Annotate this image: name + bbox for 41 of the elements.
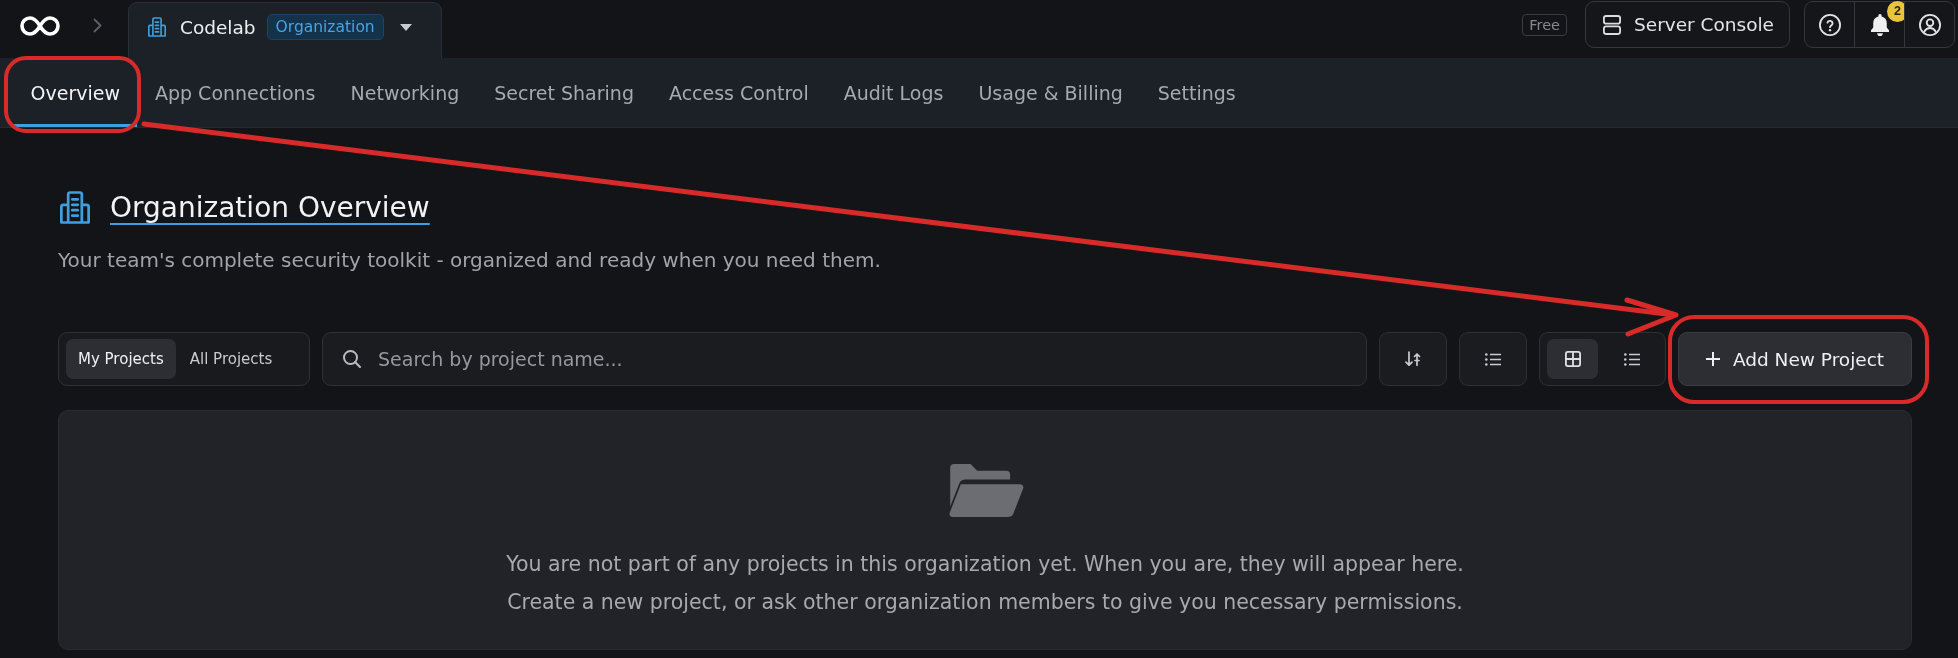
server-icon	[1603, 14, 1621, 35]
nav-tab[interactable]: Settings	[1140, 58, 1254, 127]
help-icon	[1818, 13, 1841, 36]
caret-down-icon	[399, 23, 412, 31]
building-icon	[60, 191, 90, 224]
sort-button[interactable]	[1379, 332, 1447, 386]
chevron-right-icon	[93, 18, 102, 33]
list-icon	[1623, 352, 1640, 366]
empty-state-message: You are not part of any projects in this organization yet. When you are, they will appear here. Create a new project, or ask other organization members to give you necessary permissions.	[506, 551, 1464, 616]
nav-tab[interactable]: App Connections	[137, 58, 334, 127]
organization-switcher[interactable]: Codelab Organization	[128, 2, 442, 58]
server-console-button[interactable]: Server Console	[1585, 1, 1790, 48]
search-field[interactable]: Search by project name...	[322, 332, 1367, 386]
list-icon	[1485, 352, 1501, 366]
filter-tab[interactable]: All Projects	[177, 339, 285, 379]
nav-tab[interactable]: Access Control	[651, 58, 827, 127]
grid-icon	[1564, 351, 1581, 367]
user-icon	[1918, 13, 1941, 36]
filter-tab[interactable]: My Projects	[66, 339, 176, 379]
building-icon	[148, 17, 166, 37]
nav-tab[interactable]: Usage & Billing	[960, 58, 1141, 127]
help-button[interactable]	[1804, 1, 1855, 48]
organization-name: Codelab	[180, 16, 256, 38]
page-title: Organization Overview	[110, 190, 430, 225]
folder-icon	[946, 462, 1024, 520]
nav-tab[interactable]: Audit Logs	[826, 58, 961, 127]
notifications-button[interactable]: 2	[1854, 1, 1905, 48]
search-icon	[343, 350, 361, 368]
nav-tab[interactable]: Overview	[13, 58, 138, 127]
sort-icon	[1405, 351, 1421, 367]
grid-view-button[interactable]	[1547, 339, 1598, 379]
plan-badge: Free	[1522, 13, 1567, 36]
account-button[interactable]	[1904, 1, 1955, 48]
page-subtitle: Your team's complete security toolkit - organized and ready when you need them.	[58, 248, 882, 272]
bell-icon	[1870, 13, 1889, 36]
nav-tab[interactable]: Networking	[333, 58, 477, 127]
organization-badge: Organization	[266, 14, 384, 40]
infinity-logo-icon[interactable]	[20, 15, 60, 37]
nav-tab[interactable]: Secret Sharing	[476, 58, 652, 127]
plus-icon	[1705, 352, 1720, 366]
add-new-project-button[interactable]: Add New Project	[1678, 332, 1912, 386]
